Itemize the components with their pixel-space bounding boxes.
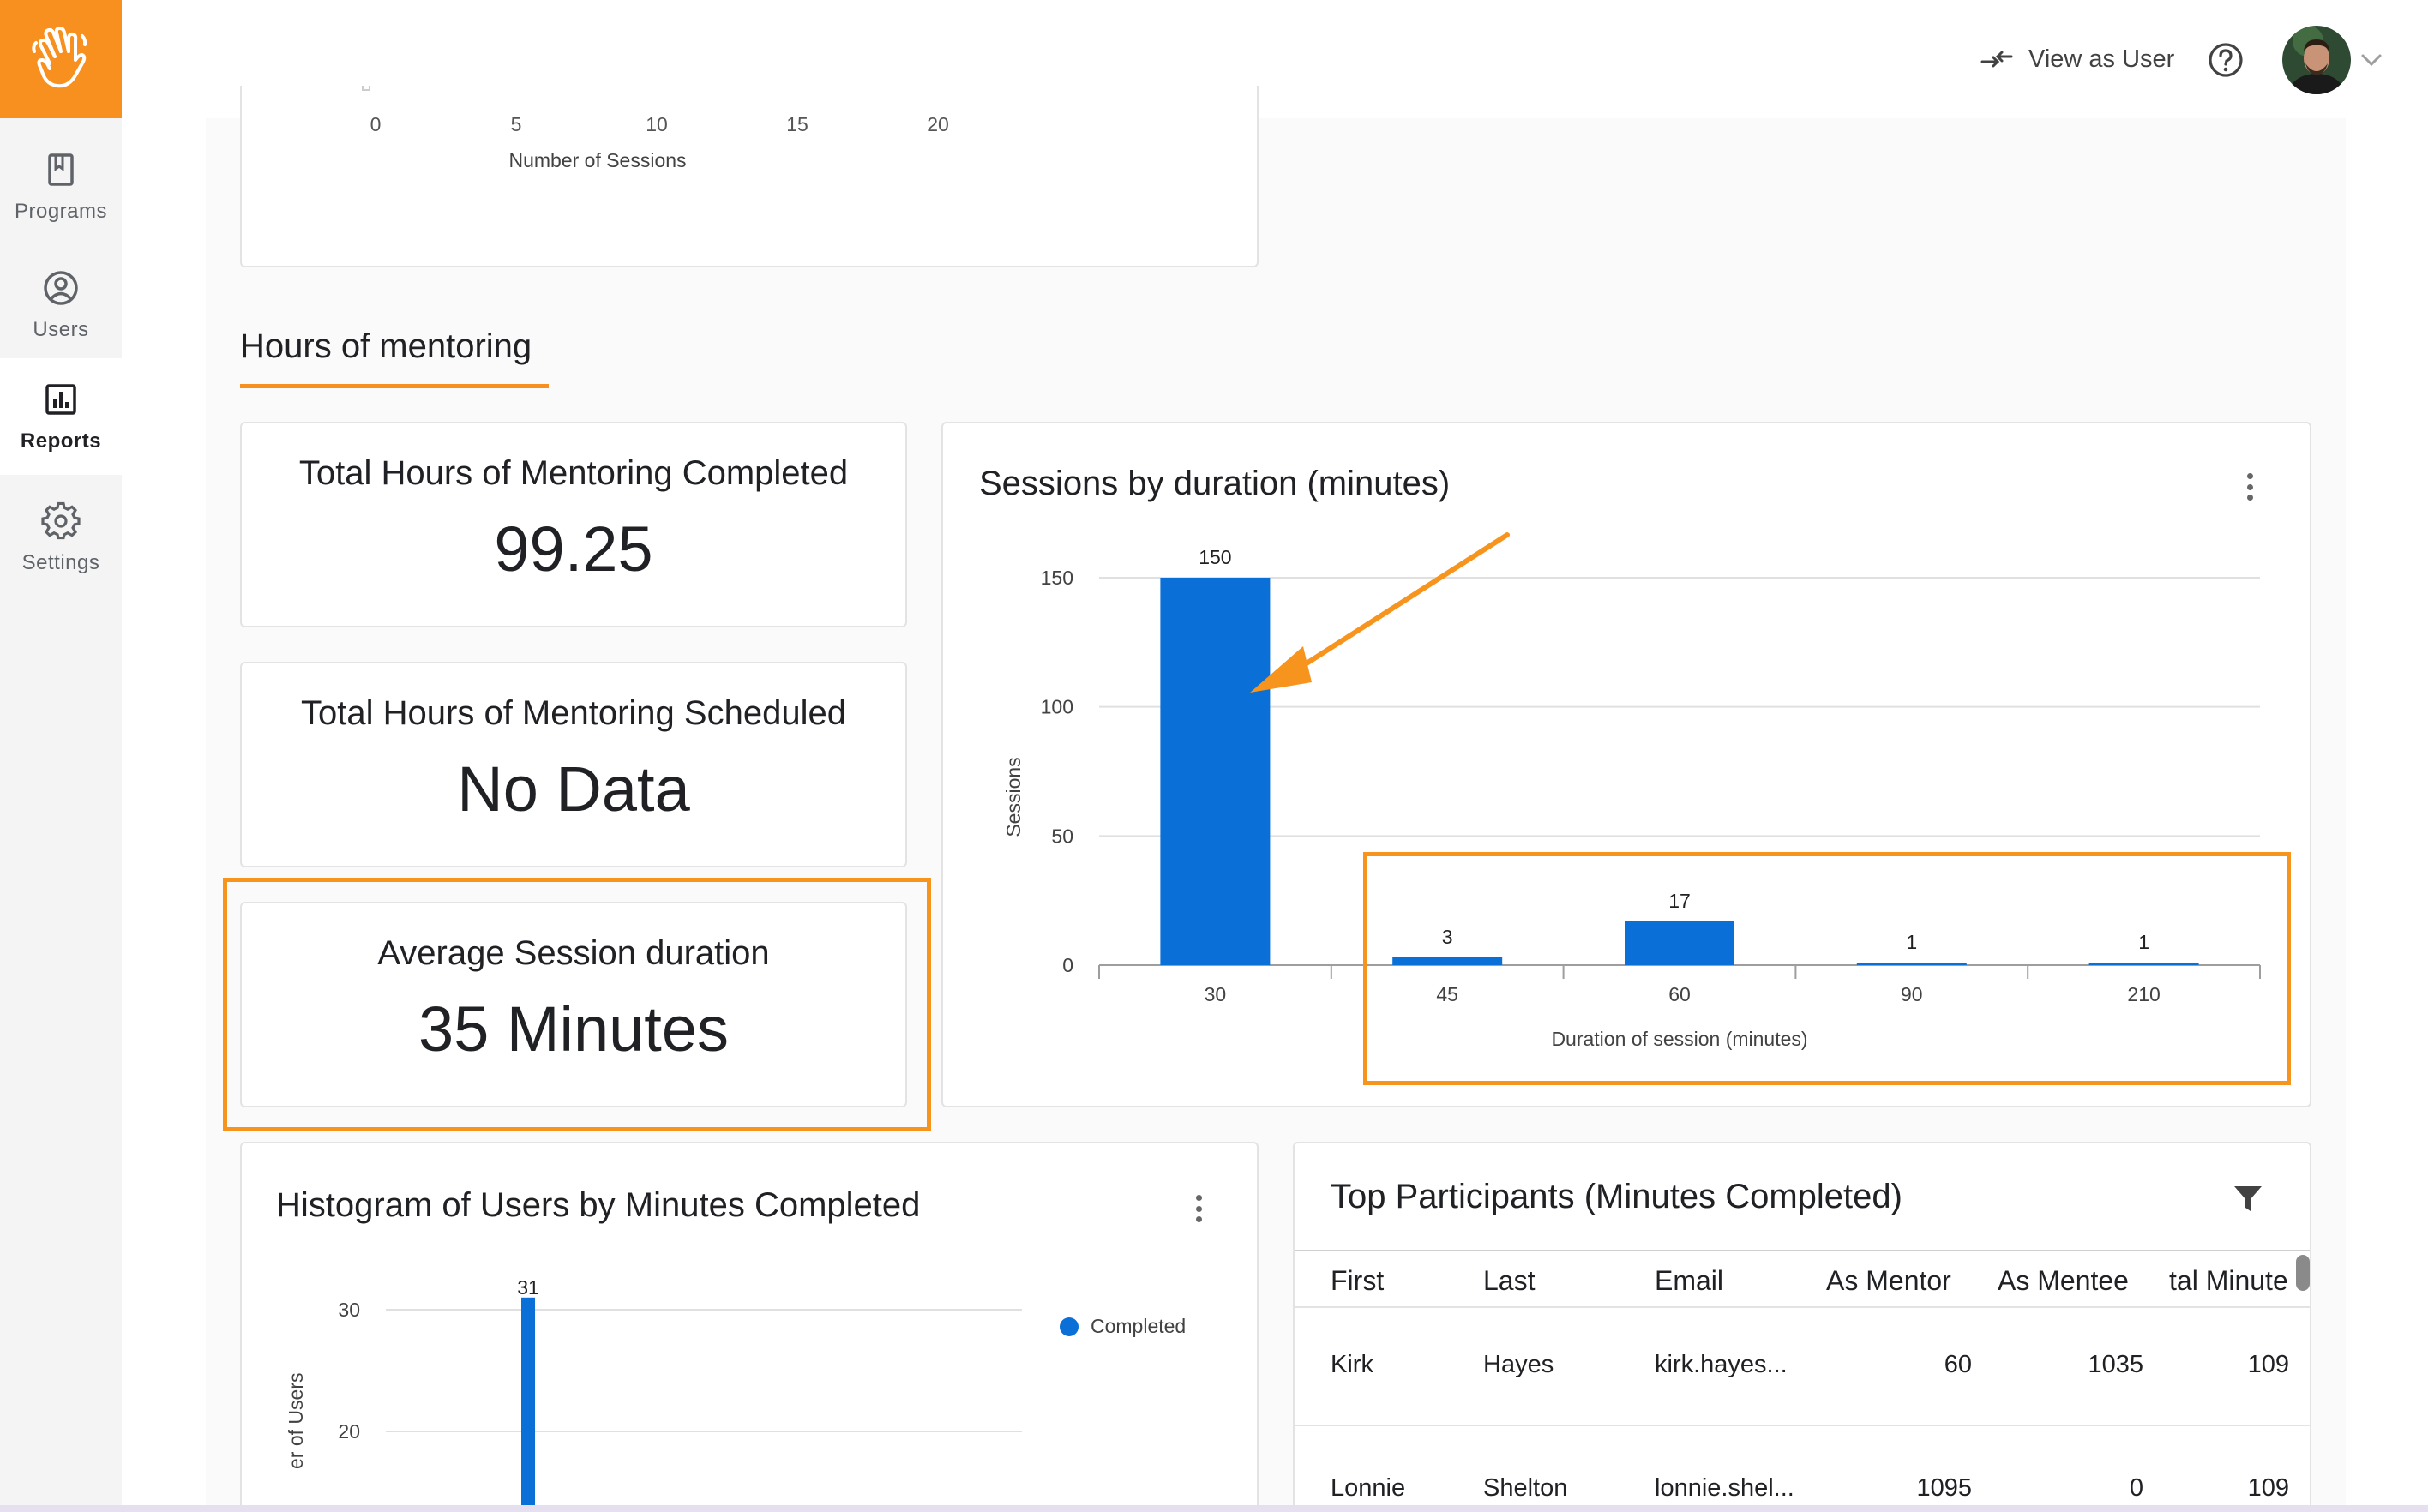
bottom-strip <box>0 1505 2428 1512</box>
y-tick-label: 100 <box>1041 696 1073 718</box>
sidebar-item-programs[interactable]: Programs <box>0 129 122 245</box>
column-header-as-mentee[interactable]: As Mentee <box>1998 1265 2129 1297</box>
sidebar-item-settings[interactable]: Settings <box>0 480 122 597</box>
sidebar-item-label: Users <box>33 318 89 341</box>
y-tick-label: 50 <box>1051 825 1073 847</box>
stat-title: Total Hours of Mentoring Scheduled <box>301 694 846 732</box>
sidebar-item-label: Settings <box>21 551 100 574</box>
legend-dot <box>1060 1317 1079 1336</box>
x-tick-label: 5 <box>510 113 522 135</box>
section-title: Hours of mentoring <box>240 327 532 365</box>
sidebar-item-reports[interactable]: Reports <box>0 358 122 475</box>
cell-as-mentor: 1095 <box>1916 1474 1972 1502</box>
cell-total-minutes: 109 <box>2247 1474 2289 1502</box>
highlight-box-average <box>223 878 931 1131</box>
legend-marker <box>362 86 370 91</box>
x-tick-label: 0 <box>370 113 382 135</box>
filter-icon[interactable] <box>2233 1185 2263 1214</box>
legend-label: Completed <box>1091 1315 1187 1337</box>
column-header-email[interactable]: Email <box>1655 1265 1723 1297</box>
app-logo[interactable] <box>0 0 122 118</box>
sidebar: Programs Users Reports Settings <box>0 0 122 1512</box>
chart-legend: Completed <box>1060 1315 1186 1338</box>
table-scrollbar[interactable] <box>2296 1255 2310 1291</box>
view-as-user-button[interactable]: View as User <box>1980 41 2174 77</box>
cell-last: Hayes <box>1483 1351 1554 1378</box>
stat-value: 99.25 <box>494 513 653 585</box>
x-tick-label: 20 <box>927 113 949 135</box>
cell-as-mentee: 0 <box>2129 1474 2143 1502</box>
stat-card-scheduled: Total Hours of Mentoring Scheduled No Da… <box>240 662 907 867</box>
bar <box>521 1297 535 1512</box>
stat-value: No Data <box>457 753 690 825</box>
cell-as-mentee: 1035 <box>2088 1351 2143 1378</box>
chevron-down-icon[interactable] <box>2359 51 2383 69</box>
bar-chart-icon <box>45 384 76 415</box>
x-tick-label: 10 <box>646 113 668 135</box>
sessions-histogram-card-partial: 0 5 10 15 20 Number of Sessions <box>240 86 1259 267</box>
cell-total-minutes: 109 <box>2247 1351 2289 1378</box>
stat-title: Total Hours of Mentoring Completed <box>298 454 849 492</box>
column-header-first[interactable]: First <box>1331 1265 1384 1297</box>
x-tick-label: 30 <box>1205 983 1227 1005</box>
y-axis-title: Sessions <box>1002 757 1025 837</box>
view-as-user-label: View as User <box>2028 45 2175 73</box>
cell-last: Shelton <box>1483 1474 1568 1502</box>
bar <box>1160 578 1271 965</box>
user-circle-icon <box>44 271 78 305</box>
cell-first: Kirk <box>1331 1351 1373 1378</box>
cell-email: kirk.hayes... <box>1655 1351 1788 1378</box>
section-underline <box>240 384 549 388</box>
cell-first: Lonnie <box>1331 1474 1406 1502</box>
column-header-as-mentor[interactable]: As Mentor <box>1826 1265 1951 1297</box>
card-title: Top Participants (Minutes Completed) <box>1331 1178 1902 1215</box>
sidebar-item-label: Programs <box>14 200 108 223</box>
help-circle-icon[interactable] <box>2207 41 2245 79</box>
y-tick-label: 20 <box>338 1420 360 1443</box>
histogram-card: Histogram of Users by Minutes Completed … <box>240 1142 1259 1512</box>
data-label: 150 <box>1199 546 1231 568</box>
highlight-box-small-bars <box>1363 852 2291 1085</box>
hand-wave-icon <box>32 27 87 88</box>
table-header-top-border <box>1295 1250 2310 1251</box>
gear-icon <box>41 501 81 540</box>
y-tick-label: 0 <box>1062 954 1073 976</box>
stat-card-completed: Total Hours of Mentoring Completed 99.25 <box>240 422 907 627</box>
data-label: 31 <box>517 1276 539 1299</box>
table-header-bottom-border <box>1295 1306 2310 1308</box>
row-separator <box>1295 1425 2310 1426</box>
sidebar-item-label: Reports <box>20 429 102 453</box>
cell-email: lonnie.shel... <box>1655 1474 1794 1502</box>
y-tick-label: 150 <box>1041 567 1073 589</box>
column-header-total-minutes[interactable]: tal Minute <box>2169 1265 2289 1297</box>
y-axis-title: er of Users <box>285 1372 307 1469</box>
swap-arrows-icon <box>1980 51 2013 68</box>
top-participants-card: Top Participants (Minutes Completed) Fir… <box>1293 1142 2311 1512</box>
x-axis-title: Number of Sessions <box>508 149 687 171</box>
sidebar-item-users[interactable]: Users <box>0 247 122 363</box>
column-header-last[interactable]: Last <box>1483 1265 1535 1297</box>
x-tick-label: 15 <box>786 113 808 135</box>
bookmark-icon <box>48 153 74 186</box>
cell-as-mentor: 60 <box>1944 1351 1972 1378</box>
avatar-image <box>2282 26 2351 94</box>
user-avatar[interactable] <box>2282 26 2351 94</box>
y-tick-label: 30 <box>338 1299 360 1321</box>
